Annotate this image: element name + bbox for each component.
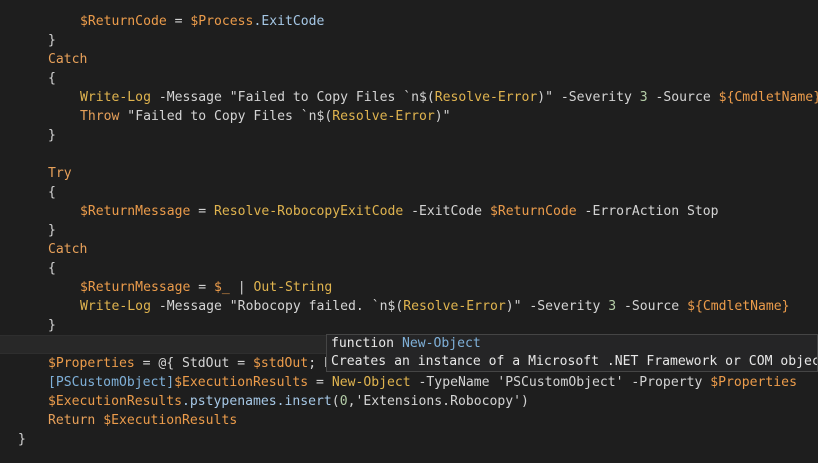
code-token: )" xyxy=(537,90,554,105)
code-line[interactable]: Try xyxy=(0,164,818,183)
code-token: Out-String xyxy=(253,280,333,295)
code-token: Throw xyxy=(80,109,120,124)
code-line[interactable]: } xyxy=(0,430,818,449)
code-token: 0 xyxy=(339,394,348,409)
hover-description: Creates an instance of a Microsoft .NET … xyxy=(331,354,818,369)
code-token: -Message xyxy=(150,299,230,314)
code-line[interactable]: Catch xyxy=(0,240,818,259)
code-token: $Properties xyxy=(48,356,135,371)
code-token: $Process xyxy=(190,14,254,29)
hover-signature: function New-Object xyxy=(331,335,481,353)
code-token: -Source xyxy=(647,90,719,105)
code-line[interactable]: { xyxy=(0,69,818,88)
code-token: $ExecutionResults xyxy=(48,394,183,409)
code-token: { xyxy=(48,185,56,200)
code-token: $ExecutionResults xyxy=(174,375,309,390)
code-token: $ReturnCode xyxy=(489,204,577,219)
code-token: [PSCustomObject] xyxy=(48,375,175,390)
code-token: = xyxy=(166,14,191,29)
code-token: = @{ xyxy=(134,356,183,371)
code-token: { xyxy=(48,71,56,86)
code-token: = xyxy=(190,280,215,295)
code-token: "Failed to Copy Files `n$( xyxy=(229,90,435,105)
code-token: Try xyxy=(48,166,72,181)
code-line[interactable]: } xyxy=(0,31,818,50)
code-line[interactable]: } xyxy=(0,221,818,240)
code-token: 'PSCustomObject' xyxy=(497,375,624,390)
code-token: = xyxy=(190,204,215,219)
code-line[interactable]: $ExecutionResults.pstypenames.insert(0,'… xyxy=(0,392,818,411)
code-token: ) xyxy=(521,394,529,409)
code-line[interactable]: { xyxy=(0,183,818,202)
code-token: )" xyxy=(505,299,522,314)
code-token: 'Extensions.Robocopy' xyxy=(355,394,522,409)
code-token: -Message xyxy=(150,90,230,105)
code-token: $Properties xyxy=(710,375,797,390)
code-token: 3 xyxy=(639,90,648,105)
code-token: } xyxy=(48,33,56,48)
code-token: $ReturnMessage xyxy=(80,204,191,219)
code-token: $ExecutionResults xyxy=(103,413,238,428)
code-token: } xyxy=(48,128,56,143)
code-token: .pstypenames.insert xyxy=(182,394,332,409)
code-token: ( xyxy=(331,394,340,409)
code-token: Return xyxy=(48,413,96,428)
code-line[interactable]: Return $ExecutionResults xyxy=(0,411,818,430)
code-line[interactable]: [PSCustomObject]$ExecutionResults = New-… xyxy=(0,373,818,392)
code-token: Resolve-Error xyxy=(332,109,435,124)
code-token: Resolve-RobocopyExitCode xyxy=(214,204,404,219)
hover-tooltip: function New-Object Creates an instance … xyxy=(326,334,818,372)
hover-keyword: function xyxy=(331,336,395,351)
code-token: "Robocopy failed. `n$( xyxy=(229,299,404,314)
code-token: = xyxy=(229,356,253,371)
code-token: 3 xyxy=(608,299,617,314)
code-token: Write-Log xyxy=(80,90,151,105)
code-token: New-Object xyxy=(331,375,411,390)
code-token: )" xyxy=(434,109,451,124)
code-line[interactable]: } xyxy=(0,126,818,145)
code-line[interactable]: $ReturnCode = $Process.ExitCode xyxy=(0,12,818,31)
code-token: Write-Log xyxy=(80,299,151,314)
code-token: .ExitCode xyxy=(253,14,325,29)
code-line[interactable]: } xyxy=(0,316,818,335)
code-token: } xyxy=(48,223,56,238)
code-token: | xyxy=(229,280,254,295)
code-token: -ExitCode xyxy=(403,204,490,219)
code-token: } xyxy=(48,318,56,333)
code-line[interactable] xyxy=(0,145,818,164)
code-token: } xyxy=(18,432,26,447)
code-token: Resolve-Error xyxy=(403,299,506,314)
code-token: Catch xyxy=(48,52,88,67)
code-token: ${CmdletName} xyxy=(718,90,818,105)
code-token: -Severity xyxy=(521,299,609,314)
code-token: -TypeName xyxy=(410,375,498,390)
code-token: -ErrorAction Stop xyxy=(576,204,719,219)
code-token: $ReturnCode xyxy=(80,14,167,29)
code-token: { xyxy=(48,261,56,276)
code-line[interactable]: Catch xyxy=(0,50,818,69)
code-line[interactable]: { xyxy=(0,259,818,278)
code-line[interactable]: $ReturnMessage = $_ | Out-String xyxy=(0,278,818,297)
code-token: $stdOut xyxy=(253,356,309,371)
code-token: StdOut xyxy=(182,356,230,371)
code-token: Resolve-Error xyxy=(434,90,538,105)
code-line[interactable]: $ReturnMessage = Resolve-RobocopyExitCod… xyxy=(0,202,818,221)
code-token: ${CmdletName} xyxy=(687,299,790,314)
code-token: = xyxy=(308,375,332,390)
code-line[interactable]: Write-Log -Message "Robocopy failed. `n$… xyxy=(0,297,818,316)
hover-function-name: New-Object xyxy=(401,336,481,351)
code-token: $ReturnMessage xyxy=(80,280,191,295)
code-token: -Severity xyxy=(553,90,640,105)
code-token: -Source xyxy=(616,299,688,314)
code-token: $_ xyxy=(214,280,230,295)
code-token: "Failed to Copy Files `n$( xyxy=(119,109,333,124)
code-line[interactable]: Throw "Failed to Copy Files `n$(Resolve-… xyxy=(0,107,818,126)
code-token: -Property xyxy=(623,375,711,390)
code-editor[interactable]: $ReturnCode = $Process.ExitCode} Catch { Wr… xyxy=(0,0,818,463)
code-token: Catch xyxy=(48,242,88,257)
code-line[interactable]: Write-Log -Message "Failed to Copy Files… xyxy=(0,88,818,107)
